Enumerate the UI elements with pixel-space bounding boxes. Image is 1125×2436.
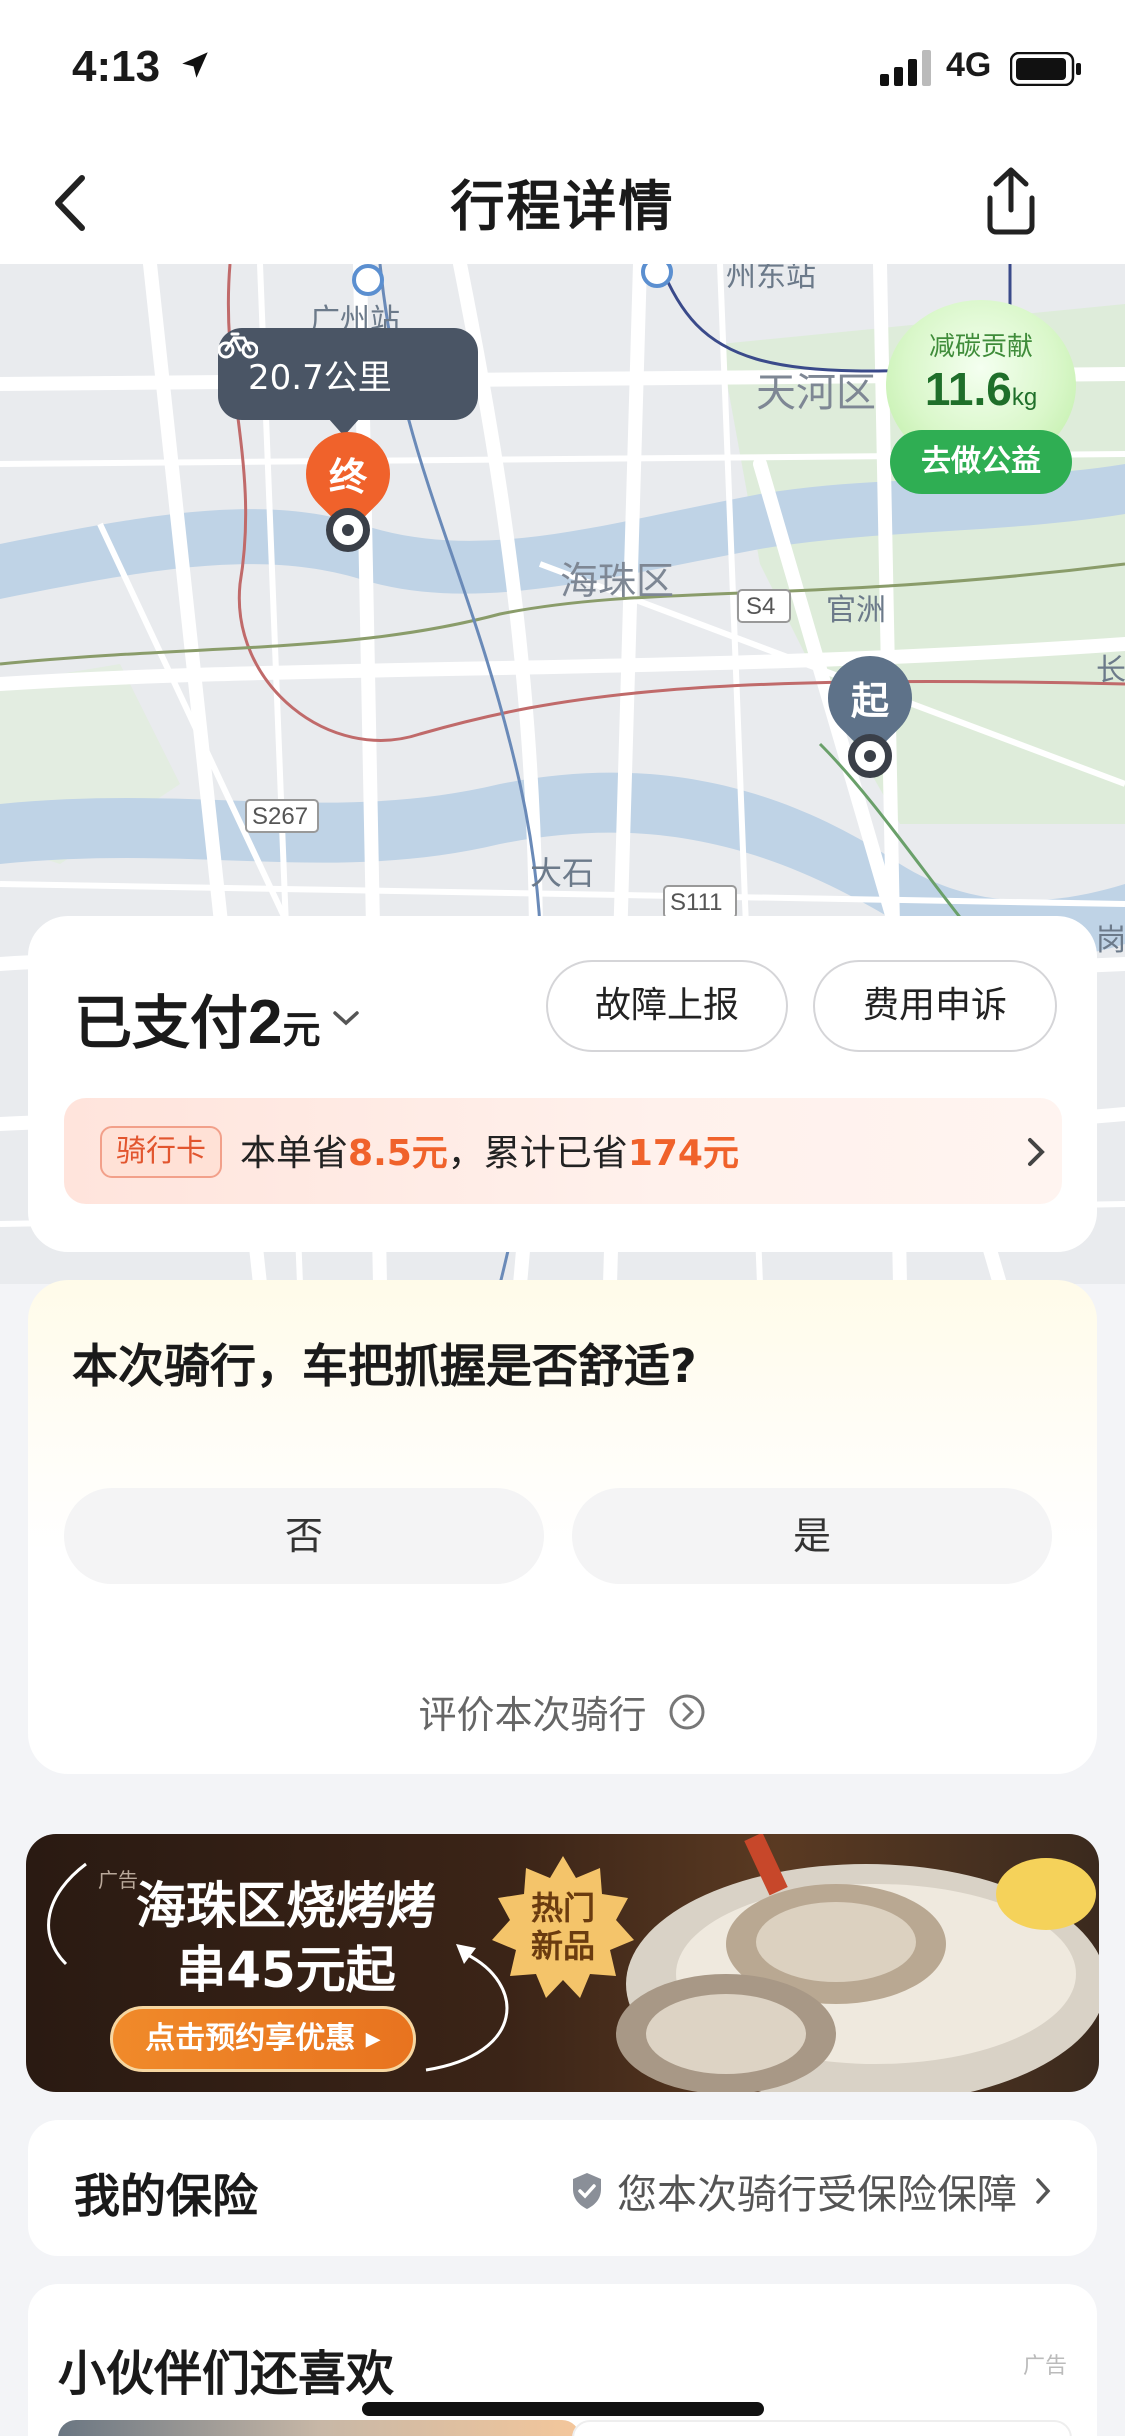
status-time: 4:13 xyxy=(72,42,161,91)
battery-icon xyxy=(1010,52,1081,86)
map-label-dashi: 大石 xyxy=(530,854,594,892)
map-label-edge: 长 xyxy=(1096,653,1125,688)
recommend-item-image[interactable] xyxy=(572,2420,1072,2436)
survey-question: 本次骑行，车把抓握是否舒适? xyxy=(72,1339,697,1393)
chevron-right-icon xyxy=(1028,1138,1045,1166)
paid-unit: 元 xyxy=(282,1008,321,1052)
insurance-status: 您本次骑行受保险保障 xyxy=(569,2162,1053,2220)
rate-ride-link[interactable]: 评价本次骑行 xyxy=(28,1684,1097,1739)
insurance-title: 我的保险 xyxy=(74,2169,258,2223)
ride-card-badge: 骑行卡 xyxy=(100,1126,222,1178)
insurance-row[interactable]: 我的保险 您本次骑行受保险保障 xyxy=(28,2120,1097,2256)
map-label-edge-2: 岗 xyxy=(1096,923,1125,958)
survey-no-button[interactable]: 否 xyxy=(64,1488,544,1584)
location-arrow-icon xyxy=(182,52,208,78)
distance-tag: 20.7公里 xyxy=(218,328,478,436)
survey-card: 本次骑行，车把抓握是否舒适? 否 是 评价本次骑行 xyxy=(28,1280,1097,1774)
map-label-tianhe: 天河区 xyxy=(756,370,876,416)
end-pin-label: 终 xyxy=(328,455,367,499)
map-label-guanzhou: 官洲 xyxy=(826,593,886,628)
map-label-guangzhou-east: 州东站 xyxy=(726,264,816,294)
ad-tag: 广告 xyxy=(1022,2354,1067,2379)
circle-chevron-right-icon xyxy=(669,1694,704,1729)
recommendations-title: 小伙伴们还喜欢 xyxy=(58,2346,395,2402)
map-label-s267: S267 xyxy=(252,803,308,830)
nav-bar: 行程详情 xyxy=(0,140,1125,264)
start-pin-label: 起 xyxy=(850,679,889,723)
insurance-status-text: 您本次骑行受保险保障 xyxy=(617,2172,1017,2218)
rate-ride-label: 评价本次骑行 xyxy=(418,1693,647,1737)
oyster-image xyxy=(616,1834,1099,2092)
carbon-contribution: 减碳贡献 11.6kg 去做公益 xyxy=(886,300,1076,500)
recommend-item-image[interactable] xyxy=(58,2420,580,2436)
ad-banner[interactable]: 广告 海珠区烧烤烤 串45元起 点击预约享优惠 ▸ 热门 新品 xyxy=(26,1834,1099,2092)
paid-amount[interactable]: 已支付 2 元 xyxy=(74,976,361,1060)
map-label-s4: S4 xyxy=(746,593,775,620)
banner-title: 海珠区烧烤烤 串45元起 xyxy=(136,1877,436,1999)
start-point-marker xyxy=(848,734,892,778)
share-icon[interactable] xyxy=(976,162,1046,238)
carbon-label: 减碳贡献 xyxy=(928,332,1033,362)
chevron-right-icon xyxy=(1036,2178,1051,2204)
network-type: 4G xyxy=(946,46,992,84)
banner-cta-button[interactable]: 点击预约享优惠 ▸ xyxy=(110,2006,416,2072)
charity-button[interactable]: 去做公益 xyxy=(890,430,1072,494)
fault-report-button[interactable]: 故障上报 xyxy=(546,960,788,1052)
home-indicator[interactable] xyxy=(362,2402,764,2416)
distance-value: 20.7公里 xyxy=(248,357,392,398)
fee-appeal-button[interactable]: 费用申诉 xyxy=(813,960,1057,1052)
map-label-haizhu: 海珠区 xyxy=(560,559,674,603)
carbon-value: 11.6kg xyxy=(924,363,1038,415)
shield-check-icon xyxy=(573,2173,601,2209)
ride-card-banner[interactable]: 骑行卡 本单省8.5元，累计已省174元 xyxy=(64,1098,1062,1204)
survey-yes-button[interactable]: 是 xyxy=(572,1488,1052,1584)
bike-icon xyxy=(218,332,258,359)
paid-value: 2 xyxy=(248,988,283,1057)
page-title: 行程详情 xyxy=(450,175,675,238)
paid-prefix: 已支付 xyxy=(74,989,249,1057)
signal-icon xyxy=(880,50,931,86)
chevron-down-icon xyxy=(332,1011,359,1026)
payment-card: 已支付 2 元 故障上报 费用申诉 骑行卡 本单省8.5元，累计已省174元 xyxy=(28,916,1097,1252)
ride-card-savings: 本单省8.5元，累计已省174元 xyxy=(240,1133,739,1174)
map-label-s111: S111 xyxy=(670,889,723,916)
status-bar: 4:13 4G xyxy=(0,0,1125,140)
end-point-marker xyxy=(326,508,370,552)
